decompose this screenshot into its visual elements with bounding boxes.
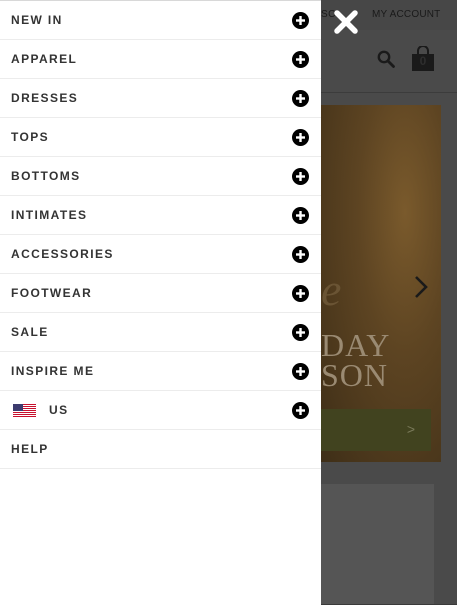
banner-cta-button[interactable]: > <box>321 409 431 451</box>
us-flag-icon <box>13 404 36 417</box>
plus-circle-icon[interactable] <box>292 246 309 263</box>
menu-item-inspire-me[interactable]: INSPIRE ME <box>0 352 321 391</box>
menu-item-label: FOOTWEAR <box>11 286 93 300</box>
banner-script-text: e <box>321 264 342 315</box>
menu-item-help[interactable]: HELP <box>0 430 321 469</box>
plus-circle-icon[interactable] <box>292 285 309 302</box>
my-account-link[interactable]: MY ACCOUNT <box>372 9 441 20</box>
menu-item-label: BOTTOMS <box>11 169 81 183</box>
menu-item-accessories[interactable]: ACCESSORIES <box>0 235 321 274</box>
menu-item-sale[interactable]: SALE <box>0 313 321 352</box>
menu-item-label: NEW IN <box>11 13 63 27</box>
menu-item-dresses[interactable]: DRESSES <box>0 79 321 118</box>
menu-item-intimates[interactable]: INTIMATES <box>0 196 321 235</box>
menu-item-label: TOPS <box>11 130 50 144</box>
close-icon[interactable] <box>332 8 360 36</box>
menu-item-new-in[interactable]: NEW IN <box>0 1 321 40</box>
menu-item-label: ACCESSORIES <box>11 247 114 261</box>
menu-item-footwear[interactable]: FOOTWEAR <box>0 274 321 313</box>
plus-circle-icon[interactable] <box>292 324 309 341</box>
banner-headline-2: SON <box>321 357 389 393</box>
cta-arrow: > <box>406 421 415 437</box>
menu-item-label: US <box>49 403 69 417</box>
plus-circle-icon[interactable] <box>292 51 309 68</box>
plus-circle-icon[interactable] <box>292 90 309 107</box>
menu-item-label: HELP <box>11 442 49 456</box>
menu-item-label: DRESSES <box>11 91 79 105</box>
chevron-right-icon[interactable] <box>410 274 430 300</box>
menu-item-country-us[interactable]: US <box>0 391 321 430</box>
menu-item-label: INTIMATES <box>11 208 88 222</box>
plus-circle-icon[interactable] <box>292 12 309 29</box>
plus-circle-icon[interactable] <box>292 207 309 224</box>
cart-count: 0 <box>419 54 427 68</box>
search-icon[interactable] <box>377 50 395 68</box>
product-tile[interactable] <box>321 484 434 604</box>
plus-circle-icon[interactable] <box>292 363 309 380</box>
plus-circle-icon[interactable] <box>292 168 309 185</box>
menu-item-bottoms[interactable]: BOTTOMS <box>0 157 321 196</box>
plus-circle-icon[interactable] <box>292 129 309 146</box>
menu-item-label: SALE <box>11 325 49 339</box>
mobile-nav-menu: NEW IN APPAREL DRESSES TOPS BOTTOMS INTI… <box>0 0 321 605</box>
menu-item-label: INSPIRE ME <box>11 364 95 378</box>
menu-item-label: APPAREL <box>11 52 78 66</box>
menu-item-tops[interactable]: TOPS <box>0 118 321 157</box>
menu-item-apparel[interactable]: APPAREL <box>0 40 321 79</box>
plus-circle-icon[interactable] <box>292 402 309 419</box>
